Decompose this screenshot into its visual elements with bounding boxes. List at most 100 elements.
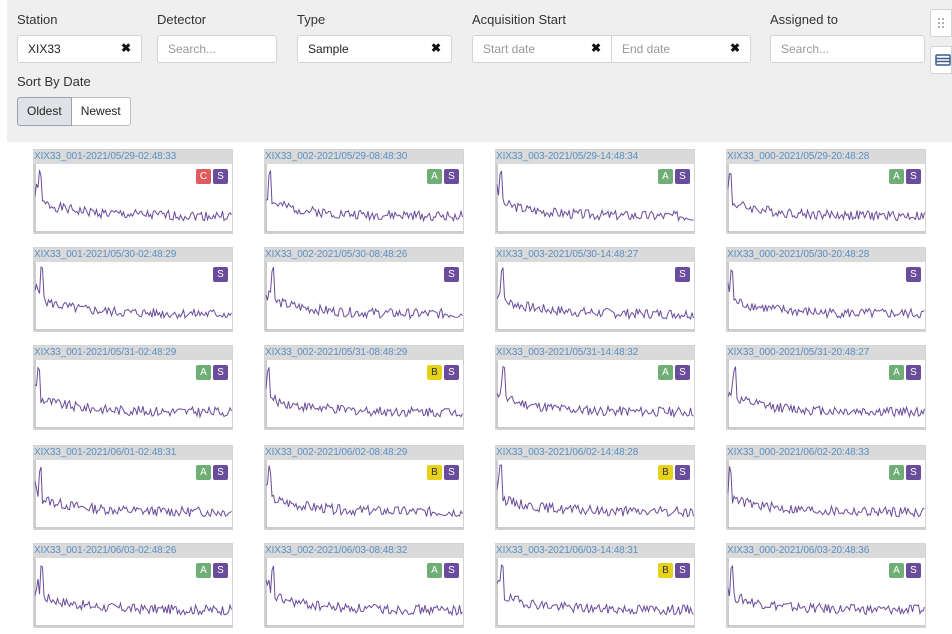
station-clear-icon[interactable]: ✖ [121,41,131,55]
spectrum-tile[interactable]: XIX33_001-2021/05/31-02:48:29 A S [33,345,233,430]
status-badge: S [906,365,921,380]
status-badge: S [675,365,690,380]
spectrum-tile[interactable]: XIX33_002-2021/05/31-08:48:29 B S [264,345,464,430]
station-field[interactable]: XIX33 ✖ [17,35,142,63]
tile-title[interactable]: XIX33_002-2021/06/02-08:48:29 [265,446,407,460]
tile-header: XIX33_001-2021/05/29-02:48:33 [34,150,232,164]
status-badge: S [675,169,690,184]
tile-badges: AS [427,169,459,184]
tile-title[interactable]: XIX33_003-2021/05/30-14:48:27 [496,248,638,262]
tile-badges: S [675,267,690,282]
end-date-field[interactable]: End date ✖ [611,35,751,63]
type-field[interactable]: Sample ✖ [297,35,452,63]
tile-title[interactable]: XIX33_003-2021/06/03-14:48:31 [496,544,638,558]
spectrum-tile[interactable]: XIX33_003-2021/05/29-14:48:34 A S [495,149,695,234]
spectrum-tile[interactable]: XIX33_001-2021/06/03-02:48:26 A S [33,543,233,628]
status-badge: A [889,465,904,480]
spectrum-tile[interactable]: XIX33_002-2021/06/03-08:48:32 A S [264,543,464,628]
status-badge: S [444,169,459,184]
spectrum-tile[interactable]: XIX33_001-2021/05/30-02:48:29 S [33,247,233,332]
tile-badges: AS [658,365,690,380]
tile-header: XIX33_002-2021/05/31-08:48:29 [265,346,463,360]
spectrum-tile[interactable]: XIX33_000-2021/06/02-20:48:33 A S [726,445,926,530]
tile-header: XIX33_001-2021/05/31-02:48:29 [34,346,232,360]
spectrum-tile[interactable]: XIX33_000-2021/05/31-20:48:27 A S [726,345,926,430]
spectrum-tile[interactable]: XIX33_002-2021/06/02-08:48:29 B S [264,445,464,530]
tile-title[interactable]: XIX33_002-2021/05/31-08:48:29 [265,346,407,360]
status-badge: S [213,267,228,282]
start-date-field[interactable]: Start date ✖ [472,35,612,63]
spectrum-tile[interactable]: XIX33_000-2021/05/30-20:48:28 S [726,247,926,332]
spectrum-tile[interactable]: XIX33_003-2021/05/30-14:48:27 S [495,247,695,332]
tile-title[interactable]: XIX33_000-2021/05/30-20:48:28 [727,248,869,262]
spectrum-line [34,266,232,320]
status-badge: A [196,563,211,578]
tile-badges: AS [889,563,921,578]
tile-title[interactable]: XIX33_003-2021/05/29-14:48:34 [496,150,638,164]
tile-title[interactable]: XIX33_001-2021/05/29-02:48:33 [34,150,176,164]
tile-header: XIX33_000-2021/05/29-20:48:28 [727,150,925,164]
spectrum-tile[interactable]: XIX33_003-2021/05/31-14:48:32 A S [495,345,695,430]
tile-title[interactable]: XIX33_000-2021/05/31-20:48:27 [727,346,869,360]
detector-search-input[interactable]: Search... [157,35,277,63]
type-value: Sample [308,42,349,56]
tile-badges: BS [427,465,459,480]
status-badge: S [444,563,459,578]
status-badge: S [444,267,459,282]
spectrum-tile[interactable]: XIX33_001-2021/06/01-02:48:31 A S [33,445,233,530]
spectrum-tile[interactable]: XIX33_002-2021/05/29-08:48:30 A S [264,149,464,234]
status-badge: S [906,465,921,480]
tile-title[interactable]: XIX33_002-2021/05/29-08:48:30 [265,150,407,164]
tile-title[interactable]: XIX33_003-2021/06/02-14:48:28 [496,446,638,460]
tile-title[interactable]: XIX33_001-2021/06/03-02:48:26 [34,544,176,558]
tile-header: XIX33_000-2021/05/31-20:48:27 [727,346,925,360]
status-badge: A [196,465,211,480]
tile-title[interactable]: XIX33_001-2021/05/31-02:48:29 [34,346,176,360]
end-date-clear-icon[interactable]: ✖ [730,41,740,55]
status-badge: S [213,365,228,380]
type-clear-icon[interactable]: ✖ [431,41,441,55]
sort-newest-button[interactable]: Newest [71,97,131,126]
start-date-placeholder: Start date [483,42,536,56]
tile-header: XIX33_003-2021/06/02-14:48:28 [496,446,694,460]
filter-bar: Station XIX33 ✖ Detector Search... Type … [7,0,952,142]
grid-view-icon[interactable] [930,9,952,37]
tile-title[interactable]: XIX33_003-2021/05/31-14:48:32 [496,346,638,360]
status-badge: S [675,563,690,578]
tile-title[interactable]: XIX33_000-2021/05/29-20:48:28 [727,150,869,164]
tile-badges: AS [889,365,921,380]
status-badge: A [427,563,442,578]
assigned-to-search-input[interactable]: Search... [770,35,925,63]
sort-oldest-button[interactable]: Oldest [17,97,72,126]
status-badge: S [213,169,228,184]
list-view-icon[interactable] [930,46,952,74]
tile-header: XIX33_000-2021/05/30-20:48:28 [727,248,925,262]
spectrum-tile[interactable]: XIX33_003-2021/06/03-14:48:31 B S [495,543,695,628]
spectrum-tile[interactable]: XIX33_000-2021/06/03-20:48:36 A S [726,543,926,628]
tile-header: XIX33_003-2021/05/31-14:48:32 [496,346,694,360]
spectrum-tile[interactable]: XIX33_003-2021/06/02-14:48:28 B S [495,445,695,530]
spectrum-tile[interactable]: XIX33_002-2021/05/30-08:48:26 S [264,247,464,332]
status-badge: A [658,365,673,380]
tile-title[interactable]: XIX33_000-2021/06/02-20:48:33 [727,446,869,460]
tile-title[interactable]: XIX33_002-2021/06/03-08:48:32 [265,544,407,558]
status-badge: S [906,563,921,578]
tile-badges: S [444,267,459,282]
spectrum-line [727,268,925,320]
spectrum-tile[interactable]: XIX33_001-2021/05/29-02:48:33 C S [33,149,233,234]
tile-header: XIX33_000-2021/06/03-20:48:36 [727,544,925,558]
tile-title[interactable]: XIX33_000-2021/06/03-20:48:36 [727,544,869,558]
status-badge: B [658,563,673,578]
tile-header: XIX33_000-2021/06/02-20:48:33 [727,446,925,460]
tile-header: XIX33_002-2021/05/29-08:48:30 [265,150,463,164]
spectrum-plot [34,262,232,331]
spectrum-tile[interactable]: XIX33_000-2021/05/29-20:48:28 A S [726,149,926,234]
tile-title[interactable]: XIX33_002-2021/05/30-08:48:26 [265,248,407,262]
status-badge: A [196,365,211,380]
tile-header: XIX33_001-2021/06/01-02:48:31 [34,446,232,460]
status-badge: A [889,365,904,380]
start-date-clear-icon[interactable]: ✖ [591,41,601,55]
tile-title[interactable]: XIX33_001-2021/06/01-02:48:31 [34,446,176,460]
tile-title[interactable]: XIX33_001-2021/05/30-02:48:29 [34,248,176,262]
tile-badges: CS [196,169,228,184]
